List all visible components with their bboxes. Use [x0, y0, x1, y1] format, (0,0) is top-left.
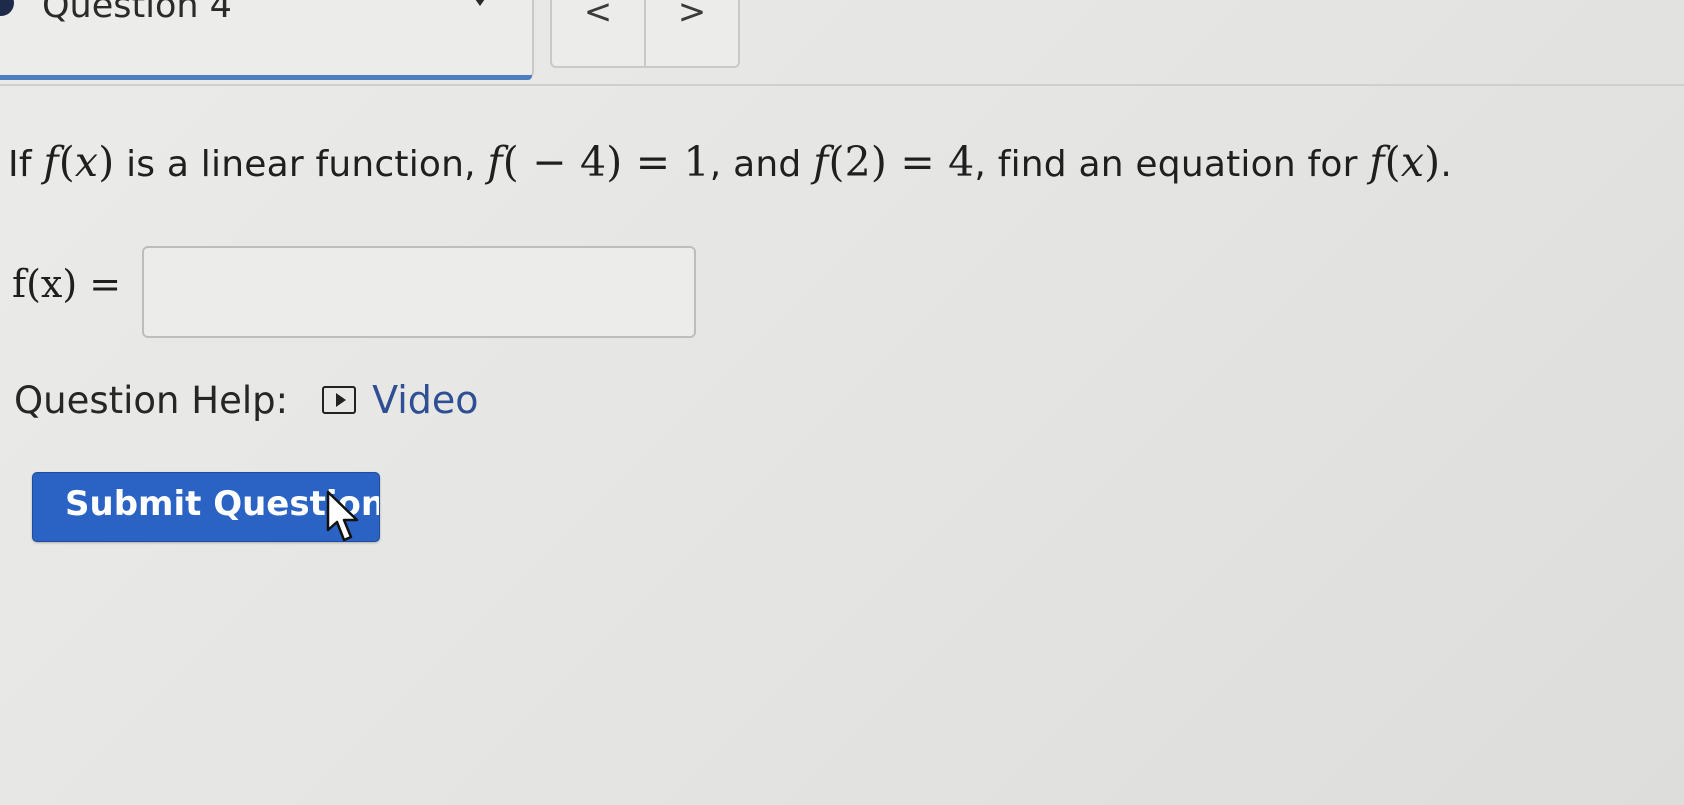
video-help-link[interactable]: Video: [322, 378, 479, 422]
answer-label: f(x) =: [12, 262, 121, 306]
answer-label-text: f(x) =: [12, 262, 122, 306]
prompt-text: is a linear function,: [114, 144, 488, 185]
math-f-of-x: f(x): [43, 138, 115, 186]
question-pager: < >: [550, 0, 740, 68]
question-help: Question Help: Video: [14, 378, 479, 422]
prompt-text: If: [8, 144, 44, 185]
question-help-label: Question Help:: [14, 378, 289, 422]
next-question-button[interactable]: >: [644, 0, 738, 66]
status-dot-icon: [0, 0, 14, 16]
math-f-of-x: f(x): [1369, 138, 1441, 186]
question-selector-dropdown[interactable]: Question 4: [0, 0, 534, 80]
prompt-text: .: [1440, 144, 1453, 185]
header-divider: [0, 84, 1684, 86]
video-link-label: Video: [372, 378, 479, 422]
answer-input[interactable]: [142, 246, 696, 338]
prompt-text: , and: [709, 144, 814, 185]
prompt-text: , find an equation for: [974, 144, 1370, 185]
previous-question-button[interactable]: <: [552, 0, 644, 66]
question-label: Question 4: [42, 0, 232, 26]
question-prompt: If f(x) is a linear function, f( − 4) = …: [8, 138, 1452, 186]
play-icon: [322, 386, 357, 414]
submit-question-button[interactable]: Submit Question: [32, 472, 380, 542]
question-navigation-bar: Question 4 < >: [0, 0, 1684, 86]
math-f-2-eq-4: f(2) = 4: [813, 138, 975, 186]
math-f-neg4-eq-1: f( − 4) = 1: [487, 138, 710, 186]
selected-tab-underline: [0, 75, 532, 80]
caret-down-icon[interactable]: [470, 0, 490, 6]
